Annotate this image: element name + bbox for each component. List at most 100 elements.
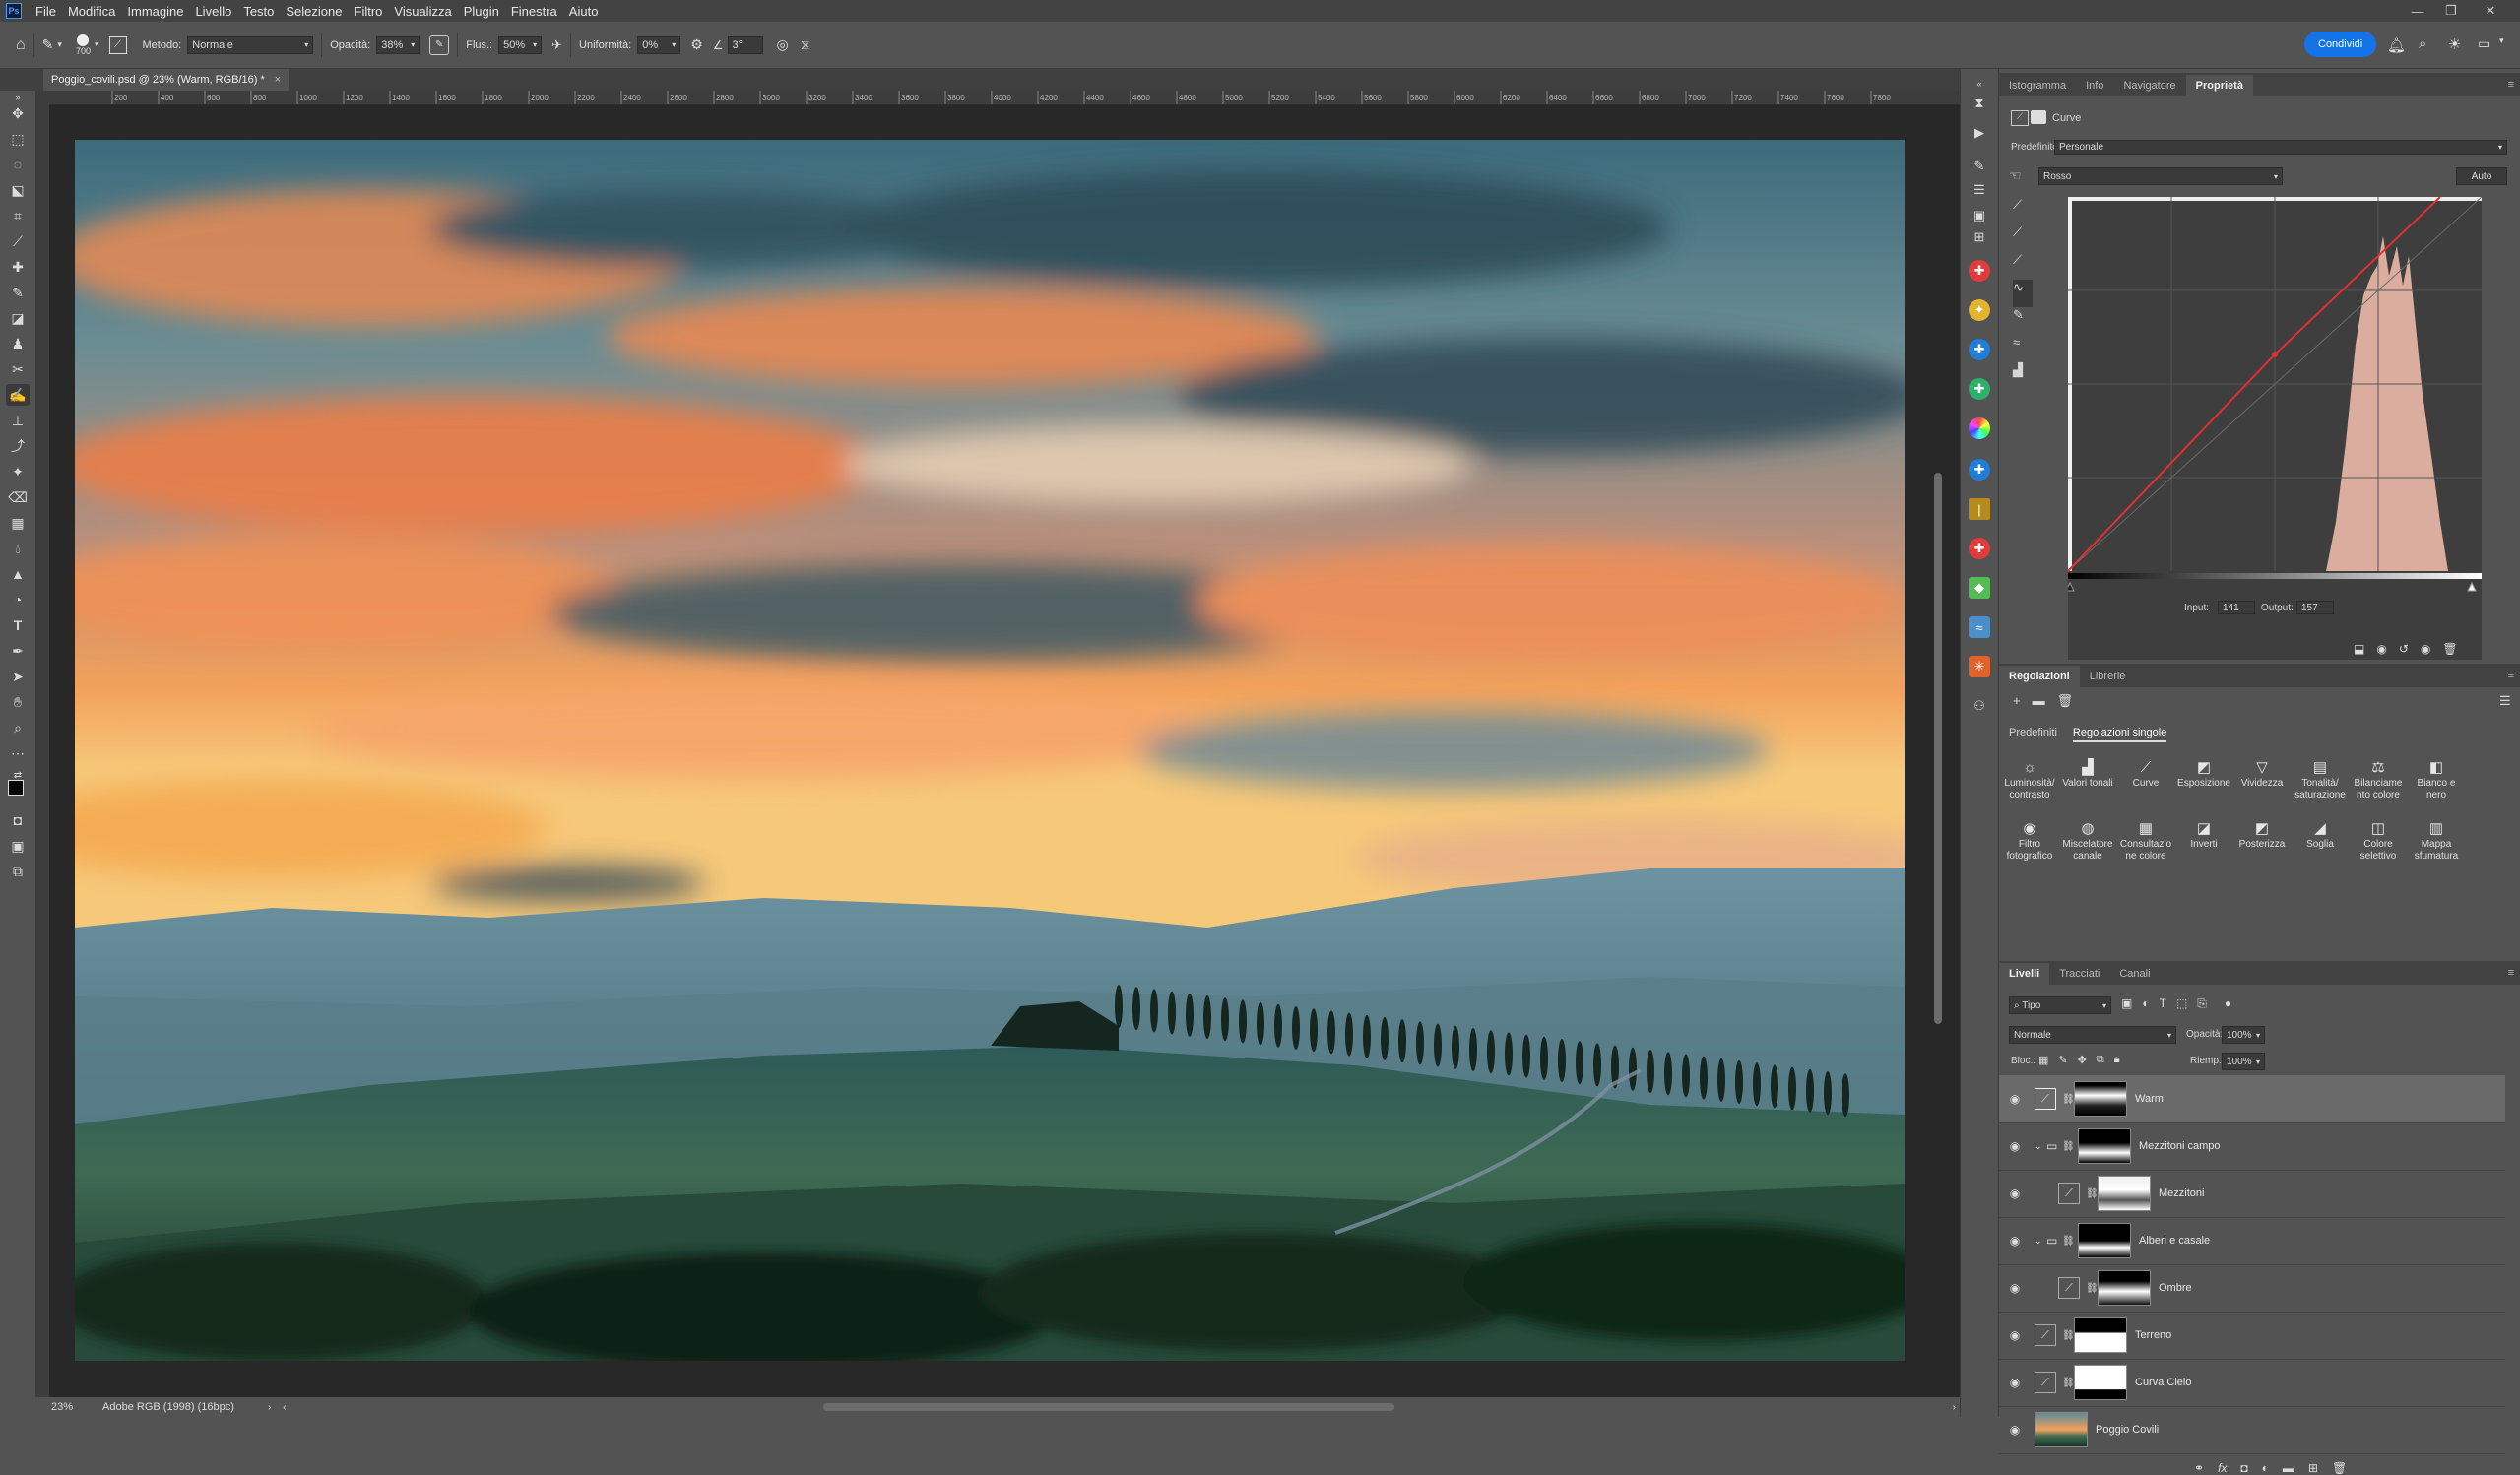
airbrush-icon[interactable]: ✈: [551, 37, 562, 53]
menu-visualizza[interactable]: Visualizza: [388, 4, 457, 19]
layer-mask-thumbnail[interactable]: [2078, 1128, 2131, 1164]
type-tool-icon[interactable]: T: [6, 614, 30, 636]
zoom-level[interactable]: 23%: [51, 1401, 73, 1413]
panel-menu-icon[interactable]: ≡: [2508, 79, 2514, 91]
adjustments-panel-icon[interactable]: ☰: [1969, 179, 1990, 201]
blend-mode-select[interactable]: Normale ▾: [2009, 1026, 2176, 1044]
eye-icon[interactable]: ◉: [2007, 1186, 2023, 1200]
adjustment-item[interactable]: ▟ Valori tonali: [2059, 758, 2116, 790]
layer-name[interactable]: Mezzitoni: [2159, 1187, 2204, 1199]
layer-opacity-field[interactable]: 100% ▾: [2222, 1026, 2265, 1044]
layer-name[interactable]: Poggio Covili: [2096, 1424, 2159, 1436]
chevron-right-icon[interactable]: ›: [1953, 1402, 1956, 1413]
adjustment-item[interactable]: ▦ Consultazio ne colore: [2117, 819, 2174, 863]
layer-row[interactable]: ◉ ⟋ ⛓ Ombre: [1999, 1264, 2505, 1313]
layer-row[interactable]: ◉ Poggio Covili: [1999, 1406, 2505, 1454]
collapse-icon[interactable]: «: [1969, 73, 1990, 95]
link-icon[interactable]: ⛓: [2086, 1188, 2099, 1199]
adjustment-item[interactable]: ◫ Colore selettivo: [2350, 819, 2407, 863]
reset-icon[interactable]: ↺: [2399, 642, 2409, 656]
pressure-opacity-icon[interactable]: ✎: [429, 34, 450, 55]
close-tab-icon[interactable]: ×: [275, 74, 281, 86]
quick-mask-icon[interactable]: ◘: [6, 809, 30, 831]
curves-graph[interactable]: [2068, 197, 2482, 660]
menu-file[interactable]: File: [30, 4, 62, 19]
eyedropper-tool-icon[interactable]: ⟋: [6, 230, 30, 252]
scissors-tool-icon[interactable]: ✂: [6, 358, 30, 380]
brush-tool-icon[interactable]: ✎: [42, 36, 54, 53]
layer-row[interactable]: ◉ ⟋ ⛓ Mezzitoni: [1999, 1170, 2505, 1218]
horizontal-scrollbar-thumb[interactable]: [823, 1403, 1394, 1411]
layer-filter-select[interactable]: ⌕ Tipo ▾: [2009, 996, 2111, 1014]
link-icon[interactable]: ⛓: [2062, 1330, 2075, 1341]
clipping-warning-icon[interactable]: ▟: [2013, 362, 2033, 390]
link-icon[interactable]: ⛓: [2062, 1141, 2075, 1152]
link-layers-icon[interactable]: ⚭: [2194, 1461, 2204, 1475]
plugin-yellow-icon[interactable]: ✦: [1969, 299, 1990, 321]
menu-plugin[interactable]: Plugin: [458, 4, 505, 19]
preset-select[interactable]: Personale ▾: [2054, 140, 2507, 155]
symmetry-icon[interactable]: ⧖: [801, 36, 810, 53]
angle-field[interactable]: 3°: [727, 35, 763, 54]
plugin-blue-icon[interactable]: ✚: [1969, 339, 1990, 360]
link-icon[interactable]: ⛓: [2062, 1236, 2075, 1247]
tab-proprieta[interactable]: Proprietà: [2185, 75, 2253, 96]
white-eyedropper-icon[interactable]: ⟋: [2013, 252, 2033, 280]
history-icon[interactable]: ⧗: [1969, 93, 1990, 114]
mixer-brush-tool-icon[interactable]: ✦: [6, 461, 30, 482]
layer-name[interactable]: Curva Cielo: [2135, 1377, 2191, 1388]
close-window-icon[interactable]: ✕: [2476, 0, 2505, 22]
panel-menu-icon[interactable]: ≡: [2508, 670, 2514, 681]
layer-row[interactable]: ◉ ⟋ ⛓ Curva Cielo: [1999, 1359, 2505, 1407]
chevron-down-icon[interactable]: ▾: [2499, 35, 2504, 46]
layer-name[interactable]: Alberi e casale: [2139, 1235, 2210, 1247]
add-mask-icon[interactable]: ◘: [2240, 1461, 2247, 1475]
new-adjustment-icon[interactable]: ◐: [2262, 1461, 2269, 1475]
tab-tracciati[interactable]: Tracciati: [2049, 963, 2109, 985]
path-selection-tool-icon[interactable]: ➤: [6, 666, 30, 687]
plugin-multicolor-icon[interactable]: ◆: [1969, 577, 1990, 599]
share-button[interactable]: Condividi: [2304, 32, 2377, 57]
lock-all-icon[interactable]: 🔒︎: [2114, 1054, 2120, 1066]
new-layer-icon[interactable]: ⊞: [2308, 1461, 2318, 1475]
screen-mode-icon[interactable]: ▣: [6, 835, 30, 857]
menu-selezione[interactable]: Selezione: [280, 4, 348, 19]
lasso-tool-icon[interactable]: ◌: [6, 154, 30, 175]
gradient-tool-icon[interactable]: ▦: [6, 512, 30, 534]
link-icon[interactable]: ⛓: [2062, 1378, 2075, 1388]
menu-immagine[interactable]: Immagine: [121, 4, 189, 19]
layer-thumbnail[interactable]: [2035, 1412, 2088, 1447]
menu-livello[interactable]: Livello: [189, 4, 237, 19]
plugin-red-icon[interactable]: ✚: [1969, 260, 1990, 282]
spot-healing-tool-icon[interactable]: ✚: [6, 256, 30, 278]
layer-row[interactable]: ◉ ⌄ ▭ ⛓ Mezzitoni campo: [1999, 1122, 2505, 1171]
filter-shape-icon[interactable]: ⬚: [2176, 996, 2187, 1011]
eraser-tool-icon[interactable]: ◪: [6, 307, 30, 329]
zoom-tool-icon[interactable]: ⌕: [6, 717, 30, 738]
active-brush-tool-icon[interactable]: ✍: [6, 384, 30, 406]
discover-icon[interactable]: ☀: [2448, 35, 2461, 53]
channels-panel-icon[interactable]: ▣: [1969, 205, 1990, 226]
blur-tool-icon[interactable]: 💧︎: [6, 538, 30, 559]
layer-row[interactable]: ◉ ⟋ ⛓ Warm: [1999, 1075, 2505, 1123]
more-tools-icon[interactable]: ⋯: [6, 742, 30, 764]
lock-artboard-icon[interactable]: ⧉: [2097, 1054, 2104, 1066]
move-tool-icon[interactable]: ✥: [6, 102, 30, 124]
lock-pixels-icon[interactable]: ✎: [2058, 1054, 2067, 1066]
brush-settings-panel-icon[interactable]: ✎: [1969, 156, 1990, 177]
bell-icon[interactable]: 🔔︎: [2387, 36, 2406, 54]
marquee-tool-icon[interactable]: ⬚: [6, 128, 30, 150]
object-selection-tool-icon[interactable]: ⬕: [6, 179, 30, 201]
eye-icon[interactable]: ◉: [2007, 1376, 2023, 1389]
fx-icon[interactable]: fx: [2218, 1461, 2227, 1475]
menu-testo[interactable]: Testo: [237, 4, 280, 19]
layer-name[interactable]: Warm: [2135, 1093, 2164, 1105]
brush-preset-picker[interactable]: 700: [76, 33, 91, 56]
toolbar-collapse-icon[interactable]: »: [6, 93, 30, 102]
mode-select[interactable]: Normale ▾: [187, 35, 314, 54]
tab-livelli[interactable]: Livelli: [1999, 963, 2050, 985]
actions-play-icon[interactable]: ▶: [1969, 122, 1990, 144]
panel-menu-icon[interactable]: ≡: [2508, 967, 2514, 979]
trash-icon[interactable]: 🗑︎: [2057, 693, 2074, 709]
adjustment-item[interactable]: ◉ Filtro fotografico: [2001, 819, 2058, 863]
